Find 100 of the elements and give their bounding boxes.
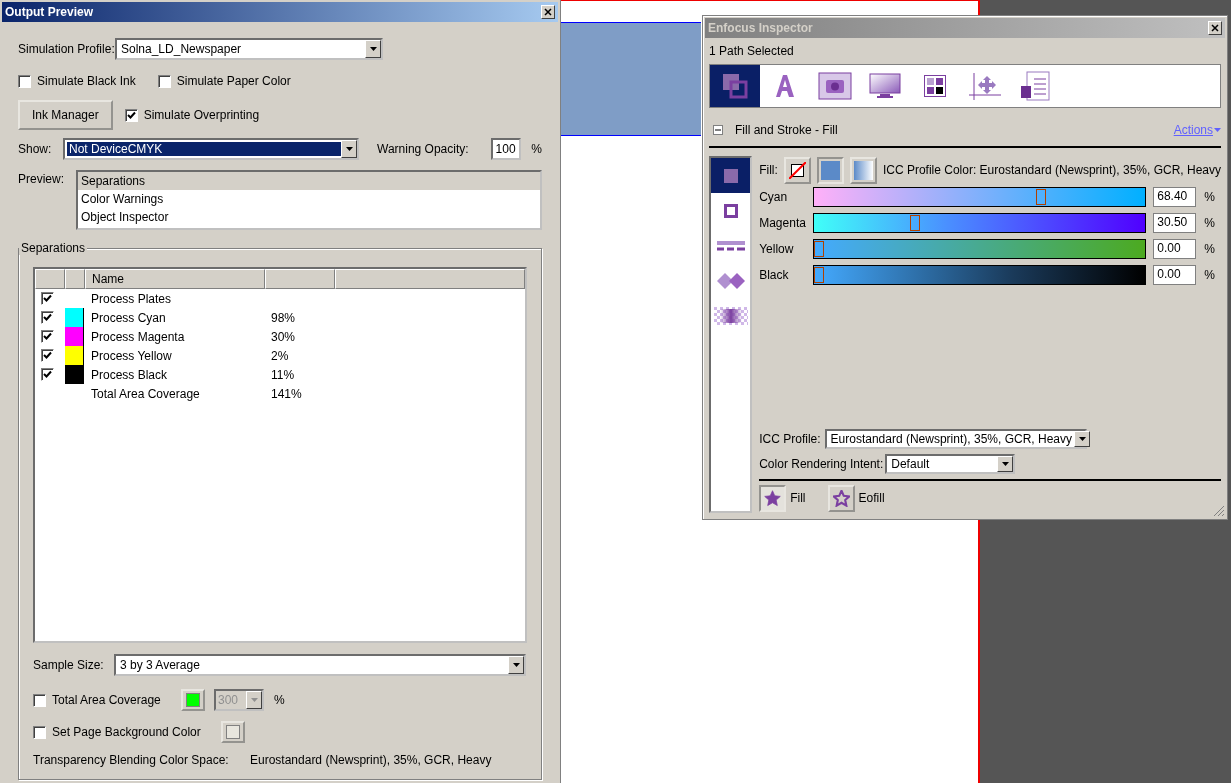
channel-slider[interactable]	[813, 265, 1147, 285]
preview-option[interactable]: Separations	[78, 172, 540, 190]
column-header[interactable]	[65, 269, 85, 289]
table-cell: Process Magenta	[91, 329, 185, 344]
diamonds-icon	[715, 271, 746, 290]
caret-icon	[250, 698, 258, 702]
star-icon	[832, 489, 850, 507]
unit-label: %	[274, 693, 285, 707]
field-label: Warning Opacity:	[377, 142, 470, 156]
rendering-intent-select[interactable]: Default	[885, 454, 1016, 474]
selection-status: 1 Path Selected	[709, 44, 795, 58]
table-cell: 11%	[271, 367, 295, 382]
checkbox-label: Simulate Overprinting	[143, 108, 260, 122]
close-button[interactable]	[1208, 21, 1222, 35]
field-label: Sample Size:	[33, 658, 105, 672]
fill-rule-button[interactable]	[827, 484, 855, 512]
channel-label: Yellow	[759, 242, 795, 256]
info-document-icon	[1020, 71, 1050, 101]
collapse-icon[interactable]	[713, 125, 723, 135]
close-button[interactable]	[541, 5, 555, 19]
table-cell: Process Black	[91, 367, 168, 382]
channel-input[interactable]: 68.40	[1153, 187, 1197, 207]
unit-label: %	[1204, 190, 1215, 204]
caret-icon	[512, 663, 520, 667]
channel-input[interactable]: 0.00	[1153, 265, 1197, 285]
side-tab[interactable]	[711, 158, 751, 193]
table-cell: Process Yellow	[91, 348, 172, 363]
slider-thumb[interactable]	[814, 267, 825, 283]
icc-profile-select[interactable]: Eurostandard (Newsprint), 35%, GCR, Heavy	[824, 429, 1087, 449]
fill-rule-button[interactable]	[759, 484, 787, 512]
field-label: Fill:	[759, 163, 778, 177]
checkbox[interactable]	[33, 725, 46, 739]
unit-label: %	[531, 142, 542, 156]
checkbox[interactable]	[33, 693, 46, 707]
column-header[interactable]	[335, 269, 525, 289]
ink-manager-button[interactable]: Ink Manager	[18, 100, 113, 130]
fill-rule-label: Fill	[790, 491, 806, 505]
unit-label: %	[1204, 242, 1215, 256]
no-fill-icon	[788, 161, 806, 179]
color-button[interactable]	[221, 721, 245, 743]
dashed-lines-icon	[716, 240, 745, 251]
column-header[interactable]	[35, 269, 65, 289]
filled-square-icon	[723, 168, 738, 183]
fill-type-button[interactable]	[783, 156, 811, 184]
monitor-icon	[869, 73, 901, 99]
channel-slider[interactable]	[813, 213, 1147, 233]
table-cell: Total Area Coverage	[91, 386, 200, 401]
caret-icon	[369, 47, 377, 51]
gradient-swatch-icon	[853, 160, 873, 180]
show-select[interactable]: Not DeviceCMYK	[63, 138, 359, 160]
caret-icon	[1078, 437, 1086, 441]
channel-label: Cyan	[759, 190, 789, 204]
column-header[interactable]	[265, 269, 335, 289]
move-axes-icon	[968, 71, 1002, 101]
checkbox[interactable]	[157, 74, 171, 88]
channel-input[interactable]: 0.00	[1153, 239, 1197, 259]
table-cell: 30%	[271, 329, 296, 344]
unit-label: %	[1204, 216, 1215, 230]
preview-option[interactable]: Object Inspector	[78, 208, 540, 226]
solid-swatch-icon	[820, 160, 840, 180]
close-icon	[544, 8, 552, 16]
checkbox[interactable]	[18, 74, 31, 88]
slider-thumb[interactable]	[910, 215, 921, 231]
channel-slider[interactable]	[813, 239, 1147, 259]
checkbox-label: Set Page Background Color	[52, 725, 201, 739]
checkbox[interactable]	[124, 108, 138, 122]
table-cell: Process Plates	[91, 291, 172, 306]
channel-slider[interactable]	[813, 187, 1147, 207]
field-label: Transparency Blending Color Space:	[33, 753, 230, 767]
field-label: Simulation Profile:	[18, 42, 115, 56]
unit-label: %	[1204, 268, 1215, 282]
checkered-gradient-icon	[713, 306, 748, 325]
preview-option[interactable]: Color Warnings	[78, 190, 540, 208]
field-label: Show:	[18, 142, 53, 156]
fill-rule-label: Eofill	[858, 491, 885, 505]
table-cell: 2%	[271, 348, 289, 363]
simulation-profile-select[interactable]: Solna_LD_Newspaper	[115, 38, 383, 60]
outlined-square-icon	[723, 203, 738, 218]
table-cell: 141%	[271, 386, 302, 401]
panel-title: Output Preview	[5, 5, 93, 19]
sample-size-select[interactable]: 3 by 3 Average	[114, 654, 526, 676]
slider-thumb[interactable]	[814, 241, 825, 257]
field-label: ICC Profile:	[759, 432, 821, 446]
checkbox-label: Total Area Coverage	[52, 693, 161, 707]
caret-icon	[345, 147, 353, 151]
overlapping-squares-icon	[722, 73, 748, 99]
close-icon	[1211, 24, 1219, 32]
checkbox-label: Simulate Paper Color	[176, 74, 291, 88]
channel-input[interactable]: 30.50	[1153, 213, 1197, 233]
section-title: Fill and Stroke - Fill	[735, 123, 838, 137]
warning-opacity-input[interactable]: 100	[490, 138, 522, 160]
slider-thumb[interactable]	[1035, 189, 1046, 205]
camera-icon	[818, 72, 852, 100]
channel-label: Magenta	[759, 216, 807, 230]
resize-grip-icon[interactable]	[1213, 505, 1225, 517]
column-header[interactable]: Name	[85, 269, 265, 289]
color-button[interactable]	[181, 689, 205, 711]
caret-icon	[1214, 128, 1221, 132]
profile-color-text: ICC Profile Color: Eurostandard (Newsprint), 35%, GCR, Heavy	[882, 163, 1221, 177]
checkbox-label: Simulate Black Ink	[37, 74, 136, 88]
